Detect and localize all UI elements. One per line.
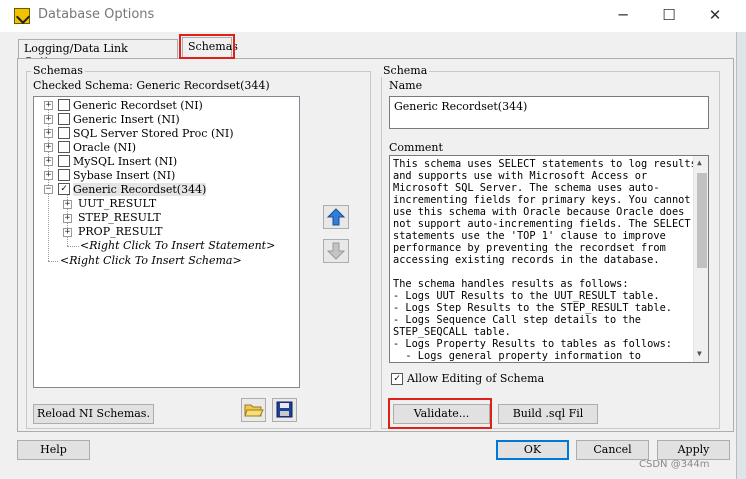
- window-title: Database Options: [38, 7, 155, 22]
- apply-button[interactable]: Apply: [657, 440, 730, 460]
- scroll-down-icon[interactable]: ▼: [697, 349, 702, 358]
- tree-item[interactable]: Generic Insert (NI): [73, 113, 180, 126]
- comment-line: - Logs Property Results to tables as fol…: [393, 338, 672, 350]
- schema-name-value: Generic Recordset(344): [394, 100, 528, 113]
- ok-button[interactable]: OK: [496, 440, 569, 460]
- schemas-tab-highlight: [179, 34, 235, 59]
- background-window-strip: [737, 0, 746, 479]
- comment-line: The schema handles results as follows:: [393, 278, 629, 290]
- comment-line: not support auto-incrementing fields. Th…: [393, 218, 691, 230]
- schema-checkbox-checked[interactable]: ✓: [58, 183, 70, 195]
- comment-line: and supports use with Microsoft Access o…: [393, 170, 648, 182]
- checked-schema-label: Checked Schema: Generic Recordset(344): [33, 79, 270, 92]
- comment-line: incrementing fields for primary keys. Yo…: [393, 194, 691, 206]
- minimize-button[interactable]: ─: [600, 0, 646, 32]
- comment-line: performance by preventing the recordset …: [393, 242, 666, 254]
- tree-line: [67, 246, 79, 247]
- expand-icon[interactable]: +: [44, 157, 53, 166]
- move-up-button[interactable]: [323, 205, 349, 229]
- insert-statement-placeholder[interactable]: <Right Click To Insert Statement>: [80, 239, 275, 252]
- comment-line: - Logs general property information to: [393, 350, 641, 362]
- watermark: CSDN @344m: [639, 459, 710, 470]
- comment-line: accessing existing records in the databa…: [393, 254, 660, 266]
- comment-line: use this schema with Oracle because Orac…: [393, 206, 685, 218]
- app-icon: [14, 8, 30, 24]
- save-button[interactable]: [272, 398, 297, 422]
- schema-checkbox[interactable]: [58, 99, 70, 111]
- comment-scrollbar[interactable]: ▲ ▼: [693, 156, 708, 362]
- expand-icon[interactable]: +: [63, 200, 72, 209]
- maximize-button[interactable]: ☐: [646, 0, 692, 32]
- floppy-disk-icon: [276, 401, 293, 418]
- build-sql-file-button[interactable]: Build .sql Fil: [498, 404, 598, 424]
- reload-ni-schemas-button[interactable]: Reload NI Schemas.: [33, 404, 154, 424]
- cancel-button[interactable]: Cancel: [576, 440, 649, 460]
- tree-item[interactable]: Generic Recordset (NI): [73, 99, 203, 112]
- comment-line: - Logs Step Results to the STEP_RESULT t…: [393, 302, 672, 314]
- scrollbar-thumb[interactable]: [697, 173, 707, 268]
- schema-checkbox[interactable]: [58, 169, 70, 181]
- tree-child-item[interactable]: STEP_RESULT: [78, 211, 161, 224]
- expand-icon[interactable]: +: [44, 143, 53, 152]
- title-bar: Database Options ─ ☐ ✕: [0, 0, 746, 32]
- comment-text: This schema uses SELECT statements to lo…: [393, 158, 697, 362]
- comment-textarea[interactable]: This schema uses SELECT statements to lo…: [389, 155, 709, 363]
- schemas-group-label: Schemas: [31, 64, 85, 77]
- scroll-up-icon[interactable]: ▲: [697, 158, 702, 167]
- name-label: Name: [389, 79, 423, 92]
- comment-line: - Logs Sequence Call step details to the: [393, 314, 641, 326]
- close-button[interactable]: ✕: [692, 0, 738, 32]
- arrow-up-icon: [326, 208, 346, 226]
- tree-item[interactable]: Sybase Insert (NI): [73, 169, 175, 182]
- tree-item[interactable]: Oracle (NI): [73, 141, 136, 154]
- tree-child-item[interactable]: UUT_RESULT: [78, 197, 156, 210]
- collapse-icon[interactable]: −: [44, 185, 53, 194]
- allow-editing-label: Allow Editing of Schema: [407, 372, 545, 385]
- expand-icon[interactable]: +: [44, 171, 53, 180]
- folder-open-icon: [244, 404, 264, 417]
- tree-item[interactable]: MySQL Insert (NI): [73, 155, 177, 168]
- expand-icon[interactable]: +: [44, 115, 53, 124]
- open-button[interactable]: [241, 398, 266, 422]
- comment-label: Comment: [389, 141, 443, 154]
- tree-item[interactable]: SQL Server Stored Proc (NI): [73, 127, 234, 140]
- comment-line: statements use the 'TOP 1' clause to imp…: [393, 230, 666, 242]
- expand-icon[interactable]: +: [63, 214, 72, 223]
- comment-line: STEP_SEQCALL table.: [393, 326, 511, 338]
- comment-line: Microsoft SQL Server. The schema uses au…: [393, 182, 660, 194]
- tab-logging-options[interactable]: Logging/Data Link Options: [18, 39, 178, 68]
- allow-editing-checkbox[interactable]: ✓: [391, 373, 403, 385]
- help-button[interactable]: Help: [17, 440, 90, 460]
- schema-checkbox[interactable]: [58, 127, 70, 139]
- tree-item-selected[interactable]: Generic Recordset(344): [73, 183, 207, 196]
- schema-name-field[interactable]: Generic Recordset(344): [389, 96, 709, 129]
- expand-icon[interactable]: +: [44, 101, 53, 110]
- tree-child-item[interactable]: PROP_RESULT: [78, 225, 162, 238]
- schema-checkbox[interactable]: [58, 141, 70, 153]
- schema-checkbox[interactable]: [58, 155, 70, 167]
- move-down-button[interactable]: [323, 239, 349, 263]
- arrow-down-icon: [326, 242, 346, 260]
- expand-icon[interactable]: +: [63, 228, 72, 237]
- schema-checkbox[interactable]: [58, 113, 70, 125]
- comment-line: - Logs UUT Results to the UUT_RESULT tab…: [393, 290, 660, 302]
- tree-line: [48, 261, 58, 262]
- schema-group-label: Schema: [381, 64, 430, 77]
- expand-icon[interactable]: +: [44, 129, 53, 138]
- validate-highlight: [388, 398, 492, 429]
- insert-schema-placeholder[interactable]: <Right Click To Insert Schema>: [60, 254, 242, 267]
- comment-line: This schema uses SELECT statements to lo…: [393, 158, 697, 170]
- comment-line: [393, 266, 697, 278]
